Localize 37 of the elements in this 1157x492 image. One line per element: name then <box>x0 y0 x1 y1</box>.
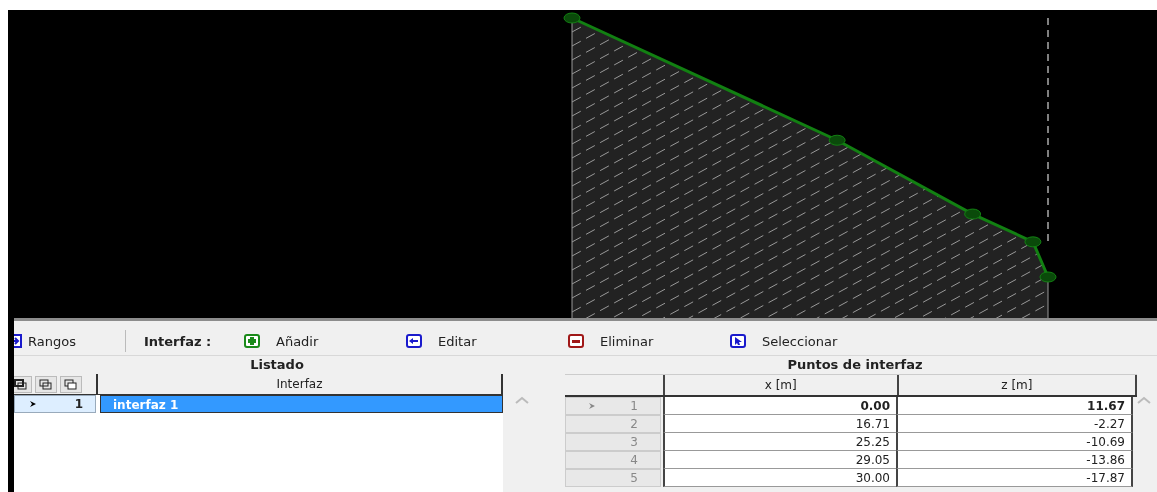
add-icon <box>244 334 260 348</box>
table-tool-button[interactable] <box>35 375 57 393</box>
table-cell: -17.87 <box>896 469 1133 487</box>
table-cell: 30.00 <box>663 469 896 487</box>
ranges-button[interactable]: Rangos <box>14 329 125 353</box>
remove-icon <box>568 334 584 348</box>
table-cell: -13.86 <box>896 451 1133 469</box>
table-cell: 0.00 <box>663 397 896 415</box>
table-cell: -10.69 <box>896 433 1133 451</box>
section-label: Interfaz : <box>144 333 213 349</box>
table-cell: 29.05 <box>663 451 896 469</box>
row-number: 4 <box>630 453 638 467</box>
copy-icon <box>39 378 53 390</box>
add-button[interactable]: Añadir <box>244 329 406 353</box>
points-title: Puntos de interfaz <box>786 356 924 374</box>
row-number: 5 <box>630 471 638 485</box>
copy-icon <box>14 378 28 390</box>
column-header: x [m] <box>662 375 897 395</box>
row-number: 1 <box>74 397 83 411</box>
table-cell: -2.27 <box>896 415 1133 433</box>
remove-button[interactable]: Eliminar <box>568 329 730 353</box>
table-cell: 25.25 <box>663 433 896 451</box>
table-tool-button[interactable] <box>14 375 32 393</box>
row-number: 2 <box>630 417 638 431</box>
table-cell: 16.71 <box>663 415 896 433</box>
row-header[interactable]: 1 <box>14 395 96 413</box>
edit-icon <box>406 334 422 348</box>
list-title: Listado <box>249 356 305 374</box>
table-tool-button[interactable] <box>60 375 82 393</box>
select-button[interactable]: Seleccionar <box>730 329 892 353</box>
copy-icon <box>64 378 78 390</box>
column-header: z [m] <box>896 375 1137 395</box>
row-number: 1 <box>630 399 638 413</box>
row-number: 3 <box>630 435 638 449</box>
edit-button[interactable]: Editar <box>406 329 568 353</box>
table-cell: 11.67 <box>896 397 1133 415</box>
select-icon <box>730 334 746 348</box>
